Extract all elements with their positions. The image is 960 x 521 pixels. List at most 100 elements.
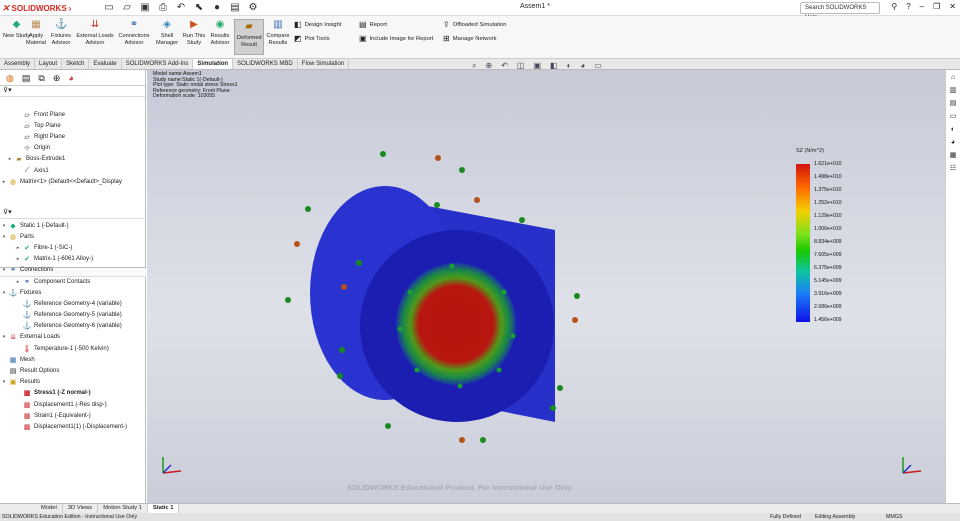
help-search-input[interactable]: Search SOLIDWORKS Help: [800, 2, 880, 21]
view-palette-icon[interactable]: ◐: [948, 124, 959, 135]
fixtures-folder[interactable]: ▾ ⚓ Fixtures: [0, 287, 146, 298]
close-icon[interactable]: ✕: [949, 2, 956, 11]
configuration-icon[interactable]: ⧉: [38, 73, 44, 83]
save-icon[interactable]: ▣: [139, 2, 151, 14]
result-displacement[interactable]: ▩ Displacement1 (-Res disp-): [0, 399, 146, 410]
contact-icon: ⚭: [24, 278, 30, 286]
select-icon[interactable]: ⬉: [193, 2, 205, 14]
property-manager-icon[interactable]: ▤: [22, 73, 31, 83]
connections-folder[interactable]: ▾ ⚭ Connections: [0, 265, 146, 276]
tab-flow-simulation[interactable]: Flow Simulation: [298, 59, 350, 69]
tab-assembly[interactable]: Assembly: [0, 59, 36, 69]
document-title: Assem1 *: [520, 3, 550, 10]
feature-tree-icon[interactable]: ◍: [6, 73, 14, 83]
tab-simulation[interactable]: Simulation: [193, 59, 234, 69]
result-displacement-2[interactable]: ▩ Displacement1(1) (-Displacement-): [0, 421, 146, 432]
temperature-item[interactable]: 🌡 Temperature-1 (-500 Kelvin): [0, 343, 146, 354]
fixture-item[interactable]: ⚓ Reference Geometry-6 (variable): [0, 321, 146, 332]
fixtures-advisor-button[interactable]: ⚓ Fixtures Advisor: [50, 19, 72, 46]
undo-icon[interactable]: ↶: [175, 2, 187, 14]
filter-icon[interactable]: ⊽▾: [0, 86, 145, 97]
plot-tools-icon: ◩: [294, 34, 302, 43]
tree-item-axis[interactable]: ⟋ Axis1: [0, 165, 146, 176]
connections-advisor-button[interactable]: ⚭ Connections Advisor: [117, 19, 151, 46]
tab-sketch[interactable]: Sketch: [62, 59, 90, 69]
file-explorer-icon[interactable]: ▭: [948, 111, 959, 122]
part-fibre[interactable]: ▸ ✔ Fibre-1 (-SiC-): [0, 242, 146, 253]
shell-manager-button[interactable]: ◈ Shell Manager: [154, 19, 180, 46]
rebuild-icon[interactable]: ●: [211, 2, 223, 14]
fixture-item[interactable]: ⚓ Reference Geometry-5 (variable): [0, 310, 146, 321]
result-stress[interactable]: ▩ Stress1 (-Z normal-): [0, 388, 146, 399]
part-matrix[interactable]: ▸ ✔ Matrix-1 (-6061 Alloy-): [0, 254, 146, 265]
external-loads-button[interactable]: ⇊ External Loads Advisor: [76, 19, 114, 46]
graphics-area[interactable]: ⌕ ⊕ ↶ ◫ ▣ ◧ ◐ ◕ ▭ Model name:Assem1 Stud…: [147, 61, 945, 513]
user-icon[interactable]: ⚲: [891, 2, 897, 11]
display-manager-icon[interactable]: ◕: [68, 73, 73, 83]
apply-material-button[interactable]: ▦ Apply Material: [25, 19, 47, 46]
include-image-button[interactable]: ▣ Include Image for Report: [359, 34, 433, 43]
new-doc-icon[interactable]: ▭: [103, 2, 115, 14]
restore-icon[interactable]: ❐: [933, 2, 940, 11]
material-icon: ▦: [31, 19, 41, 30]
manage-network-button[interactable]: ⊞ Manage Network: [443, 34, 497, 43]
study-item[interactable]: ▾ ◆ Static 1 (-Default-): [0, 220, 146, 231]
options-icon[interactable]: ⚙: [247, 2, 259, 14]
connection-icon: ⚭: [10, 267, 16, 275]
tree-item-top-plane[interactable]: ▱ Top Plane: [0, 120, 146, 131]
minimize-icon[interactable]: –: [920, 2, 924, 11]
tab-evaluate[interactable]: Evaluate: [89, 59, 122, 69]
custom-props-icon[interactable]: ▦: [948, 150, 959, 161]
sim-filter-icon[interactable]: ⊽▾: [0, 208, 146, 219]
fixture-item[interactable]: ⚓ Reference Geometry-4 (variable): [0, 298, 146, 309]
run-study-button[interactable]: ▶ Run This Study: [182, 19, 206, 46]
tab-3d-views[interactable]: 3D Views: [63, 504, 99, 513]
tree-item-boss-extrude[interactable]: ▸ ▰ Boss-Extrude1: [0, 154, 146, 165]
plot-icon: ▩: [23, 401, 31, 409]
component-contacts-item[interactable]: ▸ ⚭ Component Contacts: [0, 276, 146, 287]
tab-model[interactable]: Model: [36, 504, 63, 513]
expand-icon[interactable]: ▸: [6, 156, 14, 162]
resources-icon[interactable]: ▥: [948, 85, 959, 96]
results-advisor-button[interactable]: ◉ Results Advisor: [208, 19, 232, 46]
tree-item-right-plane[interactable]: ▱ Right Plane: [0, 131, 146, 142]
file-props-icon[interactable]: ▤: [229, 2, 241, 14]
fixture-icon: ⚓: [55, 19, 68, 30]
results-folder[interactable]: ▾ ▣ Results: [0, 377, 146, 388]
ref-geometry-icon: ⚓: [22, 300, 32, 308]
tree-item-origin[interactable]: ⊹ Origin: [0, 143, 146, 154]
tab-mbd[interactable]: SOLIDWORKS MBD: [233, 59, 298, 69]
dimxpert-icon[interactable]: ⊕: [53, 73, 61, 83]
open-icon[interactable]: ▱: [121, 2, 133, 14]
tab-addins[interactable]: SOLIDWORKS Add-Ins: [122, 59, 194, 69]
result-options-item[interactable]: ▤ Result Options: [0, 365, 146, 376]
deformed-result-button[interactable]: ▰ Deformed Result: [234, 19, 264, 55]
expand-icon[interactable]: ▸: [0, 179, 8, 185]
home-icon[interactable]: ⌂: [948, 72, 959, 83]
legend-label: 6.375e+009: [814, 265, 842, 271]
external-loads-folder[interactable]: ▾ ⇊ External Loads: [0, 332, 146, 343]
tab-layout[interactable]: Layout: [35, 59, 63, 69]
print-icon[interactable]: ⎙: [157, 2, 169, 14]
appearances-icon[interactable]: ◕: [948, 137, 959, 148]
options-icon: ▤: [9, 368, 17, 376]
parts-folder[interactable]: ▾ ◍ Parts: [0, 231, 146, 242]
offloaded-simulation-button[interactable]: ⇪ Offloaded Simulation: [443, 20, 506, 29]
help-icon[interactable]: ?: [906, 2, 910, 11]
plot-tools-button[interactable]: ◩ Plot Tools: [294, 34, 330, 43]
result-strain[interactable]: ▩ Strain1 (-Equivalent-): [0, 410, 146, 421]
tab-motion-study[interactable]: Motion Study 1: [98, 504, 148, 513]
units-selector[interactable]: MMGS: [886, 513, 902, 521]
tree-item-matrix[interactable]: ▸ ◍ Matrix<1> (Default<<Default>_Display: [0, 176, 146, 187]
mesh-item[interactable]: ▦ Mesh: [0, 354, 146, 365]
compare-results-button[interactable]: ▥ Compare Results: [266, 19, 290, 46]
offload-icon: ⇪: [443, 20, 450, 29]
design-library-icon[interactable]: ▤: [948, 98, 959, 109]
forum-icon[interactable]: ☷: [948, 163, 959, 174]
tree-item-front-plane[interactable]: ▱ Front Plane: [0, 109, 146, 120]
solidworks-logo[interactable]: ✕ SOLIDWORKS ›: [2, 1, 71, 15]
tab-static[interactable]: Static 1: [147, 504, 180, 513]
legend-label: 1.498e+010: [814, 174, 842, 180]
design-insight-button[interactable]: ◧ Design Insight: [294, 20, 341, 29]
report-button[interactable]: ▤ Report: [359, 20, 387, 29]
